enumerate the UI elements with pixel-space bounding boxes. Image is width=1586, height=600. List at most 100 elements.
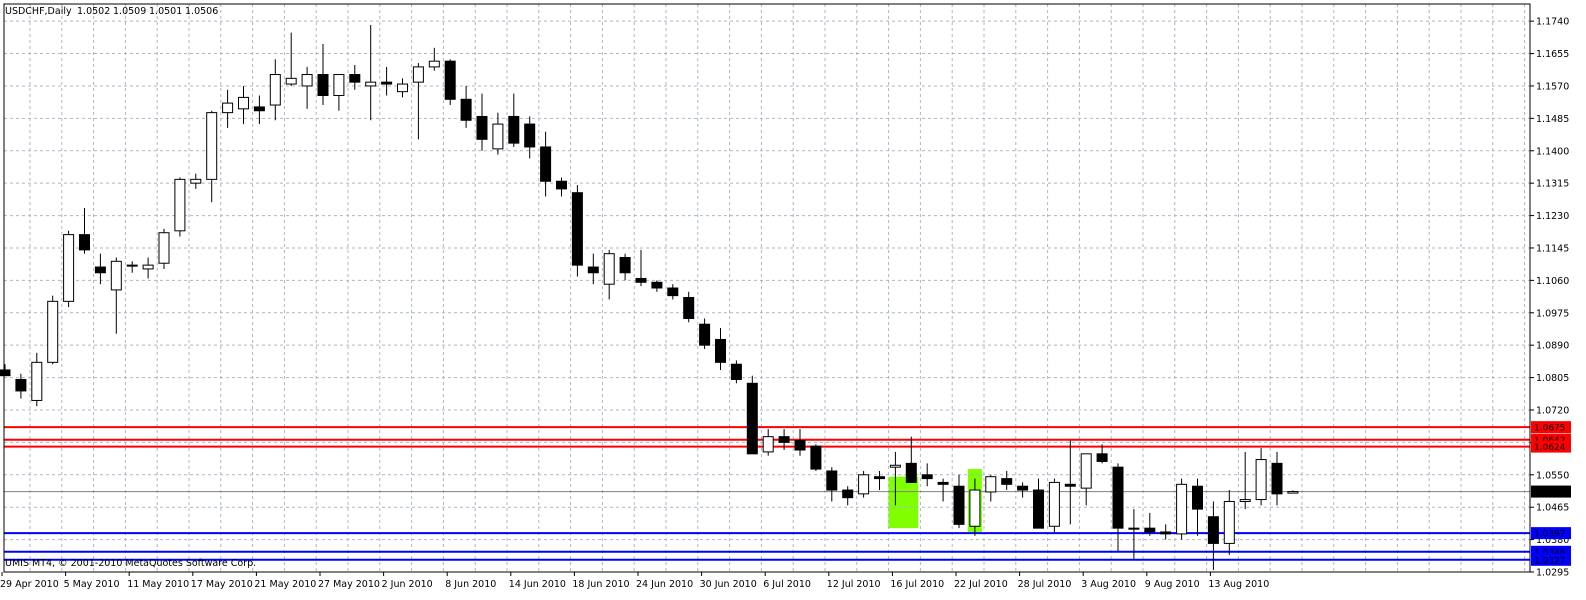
x-tick-label: 30 Jun 2010 xyxy=(700,579,757,590)
y-tick-label: 1.0890 xyxy=(1536,341,1569,352)
candle-bull xyxy=(174,178,186,232)
x-tick-label: 28 Jul 2010 xyxy=(1018,579,1072,590)
candle-bull xyxy=(428,60,440,68)
candle-bear xyxy=(381,81,393,85)
x-tick-label: 24 Jun 2010 xyxy=(636,579,693,590)
candle-bear xyxy=(253,106,265,112)
y-tick-label: 1.1740 xyxy=(1536,17,1569,28)
candle-bull xyxy=(285,77,297,85)
x-tick-label: 9 Aug 2010 xyxy=(1145,579,1200,590)
candle-bear xyxy=(0,369,11,377)
candle-bull xyxy=(762,436,774,453)
candle-bear xyxy=(874,476,885,480)
candle-bear xyxy=(444,60,456,100)
candle-bear xyxy=(778,436,790,443)
candle-bear xyxy=(842,489,854,499)
price-tag-label: 1.0327 xyxy=(1534,556,1566,566)
candle-bear xyxy=(1144,527,1156,533)
y-tick-label: 1.0295 xyxy=(1536,568,1569,579)
x-tick-label: 11 May 2010 xyxy=(127,579,189,590)
candle-bull xyxy=(222,102,234,114)
candle-bull xyxy=(206,112,218,180)
price-tag-label: 1.0397 xyxy=(1534,530,1566,540)
price-chart[interactable]: 1.1740 1.1655 1.1570 1.1485 1.1400 1.1315 1.12… xyxy=(0,0,1586,596)
candle-bull xyxy=(1048,481,1060,527)
candle-bear xyxy=(826,470,838,491)
candle-bear xyxy=(571,192,583,266)
candle-bull xyxy=(63,234,75,302)
chart-frame xyxy=(3,3,1531,573)
candle-bear xyxy=(619,257,631,274)
chart-canvas[interactable]: 1.1740 1.1655 1.1570 1.1485 1.1400 1.1315 1.12… xyxy=(0,0,1586,596)
y-tick-label: 1.1570 xyxy=(1536,81,1569,92)
y-tick-label: 1.1485 xyxy=(1536,114,1569,125)
symbol-title: USDCHF,Daily xyxy=(5,6,72,17)
candle-bear xyxy=(730,363,742,380)
x-tick-label: 14 Jun 2010 xyxy=(509,579,566,590)
price-tag-label: 1.0506 xyxy=(1534,488,1566,498)
candle-bear xyxy=(1001,478,1013,485)
x-tick-label: 17 May 2010 xyxy=(191,579,253,590)
candle-bull xyxy=(969,489,981,527)
candle-bear xyxy=(746,382,758,455)
candle-bear xyxy=(683,297,695,319)
candle-bear xyxy=(810,445,822,470)
ohlc-low: 1.0501 xyxy=(149,6,182,17)
candle-bull xyxy=(333,74,345,96)
candle-bull xyxy=(603,253,615,285)
candle-bull xyxy=(126,264,138,267)
candle-bull xyxy=(1080,453,1092,489)
candle-bear xyxy=(94,266,106,274)
y-tick-label: 1.1145 xyxy=(1536,243,1569,254)
candle-bull xyxy=(31,361,43,401)
candle-bull xyxy=(1239,499,1251,502)
candle-bear xyxy=(317,74,329,96)
x-tick-label: 22 Jul 2010 xyxy=(954,579,1008,590)
candle-bull xyxy=(1128,527,1140,530)
copyright-notice: UMIS MT4, © 2001-2010 MetaQuotes Softwar… xyxy=(5,558,256,569)
y-tick-label: 1.1400 xyxy=(1536,146,1569,157)
candle-bear xyxy=(1271,462,1283,495)
x-tick-label: 5 May 2010 xyxy=(64,579,120,590)
x-tick-label: 27 May 2010 xyxy=(318,579,380,590)
candle-bear xyxy=(349,74,361,83)
highlight-zones xyxy=(888,469,982,532)
x-tick-label: 16 Jul 2010 xyxy=(890,579,944,590)
candle-bear xyxy=(1160,531,1172,535)
x-tick-label: 6 Jul 2010 xyxy=(763,579,811,590)
candle-bull xyxy=(397,83,408,93)
candle-bear xyxy=(1064,483,1076,487)
candle-bull xyxy=(858,474,870,495)
candle-bear xyxy=(15,378,27,392)
candle-bear xyxy=(79,234,90,251)
y-tick-label: 1.1060 xyxy=(1536,276,1569,287)
candle-bear xyxy=(460,98,472,121)
candle-bear xyxy=(667,287,679,297)
candle-bear xyxy=(508,115,520,144)
candle-bull xyxy=(412,66,424,83)
candle-bull xyxy=(301,74,313,87)
ohlc-high: 1.0509 xyxy=(113,6,146,17)
candle-bear xyxy=(476,115,488,140)
candle-bear xyxy=(635,277,647,283)
candle-bull xyxy=(889,464,901,468)
candle-bull xyxy=(1223,500,1235,544)
candle-bull xyxy=(238,96,249,110)
x-tick-label: 12 Jul 2010 xyxy=(827,579,881,590)
price-tag-label: 1.0624 xyxy=(1534,443,1566,453)
candle-bear xyxy=(921,474,933,480)
candle-bull xyxy=(142,264,154,270)
candle-bear xyxy=(937,481,949,485)
time-axis: 29 Apr 2010 5 May 2010 11 May 2010 17 May 2… xyxy=(0,572,1269,590)
plot-border xyxy=(3,3,1531,573)
candle-bear xyxy=(587,266,599,274)
candle-bear xyxy=(556,180,567,190)
y-tick-label: 1.1315 xyxy=(1536,179,1569,190)
x-tick-label: 3 Aug 2010 xyxy=(1081,579,1136,590)
y-tick-label: 1.0975 xyxy=(1536,308,1569,319)
highlight-zone xyxy=(888,476,919,529)
candle-bear xyxy=(1192,485,1203,510)
y-tick-label: 1.0805 xyxy=(1536,373,1569,384)
chart-grid xyxy=(4,4,1530,573)
price-tag-label: 1.0675 xyxy=(1534,424,1566,434)
